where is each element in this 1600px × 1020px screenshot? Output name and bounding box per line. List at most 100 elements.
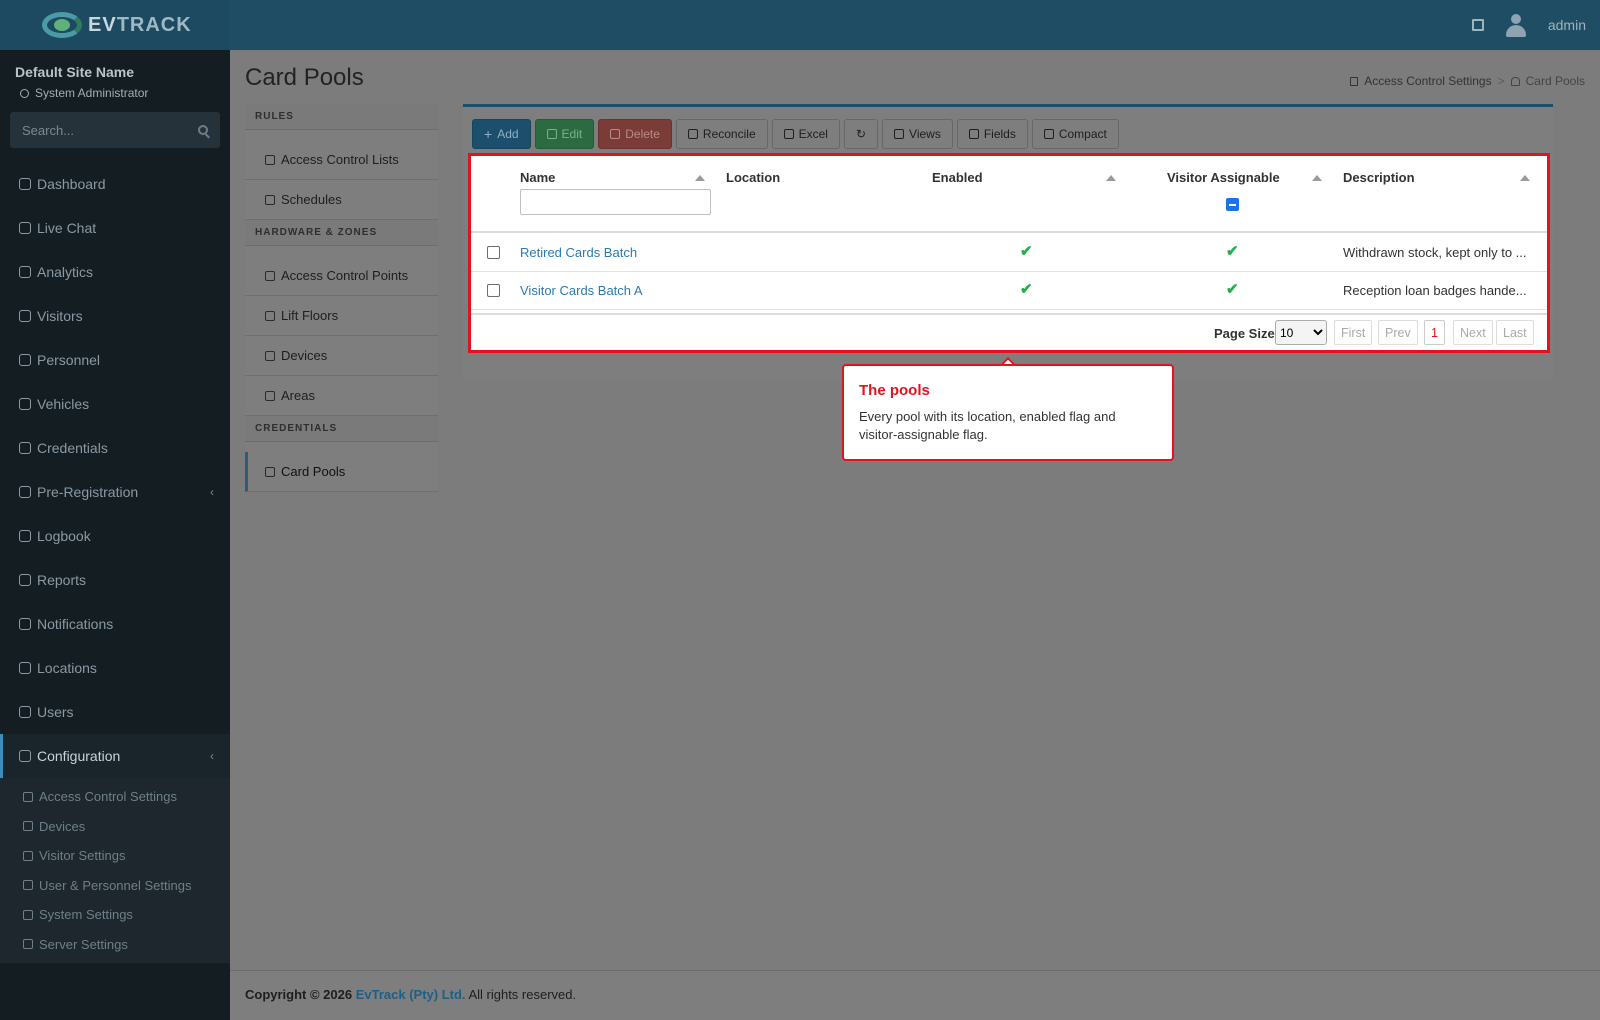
subnav-server-settings[interactable]: Server Settings <box>0 930 230 960</box>
sidebar-search <box>10 112 220 148</box>
name-filter-input[interactable] <box>520 189 711 215</box>
row-checkbox[interactable] <box>487 284 500 297</box>
reports-icon <box>19 574 31 586</box>
plus-icon: + <box>484 126 493 142</box>
company-link[interactable]: EvTrack (Pty) Ltd. <box>356 987 466 1002</box>
logbook-icon <box>19 530 31 542</box>
delete-button[interactable]: Delete <box>598 119 672 149</box>
nav-pre-registration[interactable]: Pre-Registration ‹ <box>0 470 230 514</box>
users-icon <box>19 706 31 718</box>
subnav-user-personnel-settings[interactable]: User & Personnel Settings <box>0 871 230 901</box>
trash-icon <box>610 129 621 139</box>
subnav-devices[interactable]: Devices <box>0 812 230 842</box>
views-button[interactable]: Views <box>882 119 953 149</box>
current-page-button[interactable]: 1 <box>1424 320 1445 345</box>
pool-name-link[interactable]: Visitor Cards Batch A <box>520 283 643 298</box>
prev-page-button[interactable]: Prev <box>1378 320 1418 345</box>
nav-reports[interactable]: Reports <box>0 558 230 602</box>
visitor-assignable-check-icon: ✔ <box>1226 281 1239 298</box>
notifications-icon <box>19 618 31 630</box>
subnav-system-settings[interactable]: System Settings <box>0 900 230 930</box>
nav-locations[interactable]: Locations <box>0 646 230 690</box>
copyright-text: Copyright © 2026 <box>245 987 353 1002</box>
next-page-button[interactable]: Next <box>1453 320 1493 345</box>
lock-icon <box>23 791 33 802</box>
menu-access-control-lists[interactable]: Access Control Lists <box>245 140 438 180</box>
nav-logbook[interactable]: Logbook <box>0 514 230 558</box>
menu-schedules[interactable]: Schedules <box>245 180 438 220</box>
locations-icon <box>19 662 31 674</box>
first-page-button[interactable]: First <box>1334 320 1373 345</box>
reconcile-button[interactable]: Reconcile <box>675 119 768 149</box>
rights-text: All rights reserved. <box>468 987 577 1002</box>
card-pool-icon <box>265 466 275 477</box>
column-visitor-assignable[interactable]: Visitor Assignable <box>1167 170 1280 185</box>
sidebar: Default Site Name System Administrator D… <box>0 50 230 1020</box>
pool-name-link[interactable]: Retired Cards Batch <box>520 245 637 260</box>
column-enabled[interactable]: Enabled <box>932 170 983 185</box>
page-size-select[interactable]: 10 <box>1275 320 1327 345</box>
nav-dashboard[interactable]: Dashboard <box>0 162 230 206</box>
nav-credentials[interactable]: Credentials <box>0 426 230 470</box>
nav-notifications[interactable]: Notifications <box>0 602 230 646</box>
sort-icon[interactable] <box>1520 175 1530 181</box>
user-menu[interactable]: admin <box>1548 17 1586 33</box>
sliders-icon <box>23 909 33 920</box>
nav-live-chat[interactable]: Live Chat <box>0 206 230 250</box>
table-row[interactable]: Visitor Cards Batch A ✔ ✔ Reception loan… <box>471 272 1547 310</box>
nav-users[interactable]: Users <box>0 690 230 734</box>
section-credentials: CREDENTIALS <box>245 416 438 442</box>
configuration-subnav: Access Control Settings Devices Visitor … <box>0 778 230 963</box>
menu-access-control-points[interactable]: Access Control Points <box>245 256 438 296</box>
section-rules: RULES <box>245 104 438 130</box>
tour-tooltip: The pools Every pool with its location, … <box>842 364 1174 461</box>
visitor-assignable-filter-checkbox[interactable] <box>1226 198 1239 211</box>
subnav-visitor-settings[interactable]: Visitor Settings <box>0 841 230 871</box>
page-size-label: Page Size <box>1214 326 1275 341</box>
row-checkbox[interactable] <box>487 246 500 259</box>
analytics-icon <box>19 266 31 278</box>
column-name[interactable]: Name <box>520 170 555 185</box>
user-role: System Administrator <box>0 82 230 100</box>
breadcrumb-access-control-settings[interactable]: Access Control Settings <box>1364 74 1491 88</box>
user-avatar-icon[interactable] <box>1504 12 1528 38</box>
sort-icon[interactable] <box>695 175 705 181</box>
card-pools-grid: Name Location Enabled Visitor Assignable… <box>468 153 1550 353</box>
search-input[interactable] <box>22 122 172 138</box>
nav-visitors[interactable]: Visitors <box>0 294 230 338</box>
column-location[interactable]: Location <box>726 170 780 185</box>
column-description[interactable]: Description <box>1343 170 1415 185</box>
add-button[interactable]: + Add <box>472 119 531 149</box>
sort-icon[interactable] <box>1106 175 1116 181</box>
section-hardware-zones: HARDWARE & ZONES <box>245 220 438 246</box>
device-icon <box>265 350 275 361</box>
user-icon <box>20 88 29 98</box>
edit-button[interactable]: Edit <box>534 119 595 149</box>
nav-vehicles[interactable]: Vehicles <box>0 382 230 426</box>
excel-button[interactable]: Excel <box>771 119 840 149</box>
logo[interactable]: EVTRACK <box>0 0 230 50</box>
breadcrumb-separator: > <box>1497 74 1505 88</box>
nav-analytics[interactable]: Analytics <box>0 250 230 294</box>
last-page-button[interactable]: Last <box>1496 320 1534 345</box>
menu-areas[interactable]: Areas <box>245 376 438 416</box>
menu-card-pools[interactable]: Card Pools <box>245 452 438 492</box>
nav-configuration[interactable]: Configuration ‹ <box>0 734 230 778</box>
table-row[interactable]: Retired Cards Batch ✔ ✔ Withdrawn stock,… <box>471 234 1547 272</box>
menu-devices[interactable]: Devices <box>245 336 438 376</box>
book-icon[interactable] <box>1471 19 1484 31</box>
columns-icon <box>968 129 979 139</box>
tooltip-text: Every pool with its location, enabled fl… <box>859 409 1116 442</box>
search-icon[interactable] <box>198 125 208 135</box>
refresh-button[interactable]: ↻ <box>843 119 879 149</box>
subnav-access-control-settings[interactable]: Access Control Settings <box>0 782 230 812</box>
nav-personnel[interactable]: Personnel <box>0 338 230 382</box>
chevron-left-icon: ‹ <box>210 749 214 763</box>
menu-lift-floors[interactable]: Lift Floors <box>245 296 438 336</box>
pencil-icon <box>546 129 557 139</box>
fields-button[interactable]: Fields <box>956 119 1028 149</box>
personnel-icon <box>19 354 31 366</box>
lift-icon <box>265 310 275 321</box>
compact-button[interactable]: Compact <box>1031 119 1119 149</box>
sort-icon[interactable] <box>1312 175 1322 181</box>
